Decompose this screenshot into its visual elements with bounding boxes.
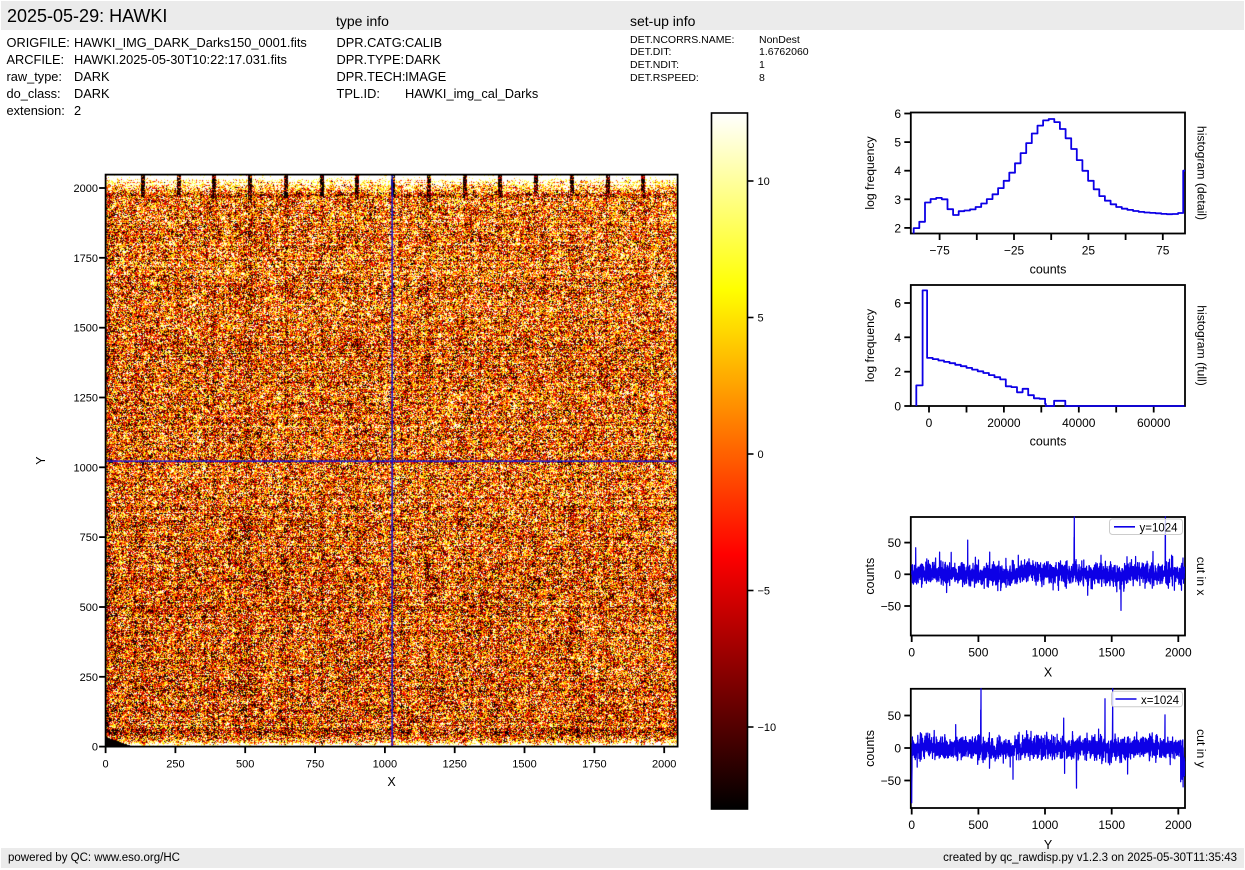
svg-text:6: 6 — [894, 297, 901, 311]
svg-text:50: 50 — [888, 536, 902, 550]
svg-text:0: 0 — [908, 646, 915, 660]
svg-text:1000: 1000 — [74, 462, 98, 474]
svg-text:0: 0 — [103, 759, 109, 771]
svg-text:X: X — [387, 775, 396, 789]
svg-text:20000: 20000 — [987, 416, 1021, 430]
svg-text:X: X — [1044, 666, 1053, 680]
svg-text:1250: 1250 — [442, 759, 466, 771]
svg-text:−5: −5 — [758, 586, 771, 598]
svg-text:500: 500 — [236, 759, 254, 771]
svg-text:5: 5 — [758, 313, 764, 325]
svg-text:1750: 1750 — [582, 759, 606, 771]
svg-text:−25: −25 — [1004, 244, 1025, 258]
svg-text:40000: 40000 — [1062, 416, 1096, 430]
svg-text:50: 50 — [888, 709, 902, 723]
svg-text:60000: 60000 — [1137, 416, 1171, 430]
svg-text:1750: 1750 — [74, 253, 98, 265]
svg-text:2000: 2000 — [1165, 818, 1192, 832]
svg-text:0: 0 — [926, 416, 933, 430]
svg-text:250: 250 — [80, 672, 98, 684]
svg-text:4: 4 — [894, 331, 901, 345]
svg-text:750: 750 — [306, 759, 324, 771]
svg-text:histogram (detail): histogram (detail) — [1195, 126, 1209, 220]
svg-text:x=1024: x=1024 — [1141, 695, 1180, 707]
svg-text:1500: 1500 — [1098, 646, 1125, 660]
svg-text:1500: 1500 — [1098, 818, 1125, 832]
svg-text:log frequency: log frequency — [863, 308, 877, 382]
svg-text:−10: −10 — [758, 722, 777, 734]
svg-text:500: 500 — [80, 602, 98, 614]
svg-text:2: 2 — [894, 365, 901, 379]
svg-text:0: 0 — [894, 742, 901, 756]
svg-text:counts: counts — [1030, 435, 1067, 449]
svg-text:Y: Y — [34, 456, 48, 465]
svg-text:1000: 1000 — [1032, 818, 1059, 832]
svg-text:2000: 2000 — [74, 183, 98, 195]
svg-text:cut in x: cut in x — [1194, 557, 1208, 596]
svg-text:counts: counts — [863, 730, 877, 767]
svg-text:500: 500 — [968, 818, 988, 832]
svg-text:0: 0 — [758, 449, 764, 461]
svg-text:500: 500 — [968, 646, 988, 660]
svg-text:1500: 1500 — [512, 759, 536, 771]
svg-text:10: 10 — [758, 176, 770, 188]
svg-text:2: 2 — [894, 221, 901, 235]
svg-text:log frequency: log frequency — [863, 136, 877, 210]
svg-text:1500: 1500 — [74, 323, 98, 335]
svg-text:−75: −75 — [929, 244, 950, 258]
svg-text:75: 75 — [1156, 244, 1170, 258]
svg-text:1000: 1000 — [1032, 646, 1059, 660]
svg-text:0: 0 — [92, 742, 98, 754]
svg-text:histogram (full): histogram (full) — [1195, 305, 1209, 386]
svg-text:Y: Y — [1044, 838, 1053, 852]
svg-text:0: 0 — [908, 818, 915, 832]
svg-text:2000: 2000 — [1165, 646, 1192, 660]
svg-text:5: 5 — [894, 136, 901, 150]
svg-text:4: 4 — [894, 164, 901, 178]
svg-text:0: 0 — [894, 568, 901, 582]
svg-text:6: 6 — [894, 107, 901, 121]
svg-text:counts: counts — [1030, 263, 1067, 277]
svg-text:1250: 1250 — [74, 393, 98, 405]
svg-text:y=1024: y=1024 — [1140, 523, 1179, 535]
svg-text:counts: counts — [863, 558, 877, 595]
svg-text:1000: 1000 — [373, 759, 397, 771]
svg-text:−50: −50 — [881, 600, 902, 614]
svg-text:0: 0 — [894, 400, 901, 414]
svg-text:250: 250 — [166, 759, 184, 771]
svg-text:750: 750 — [80, 532, 98, 544]
svg-text:2000: 2000 — [652, 759, 676, 771]
svg-text:3: 3 — [894, 193, 901, 207]
svg-text:cut in y: cut in y — [1194, 729, 1208, 769]
svg-text:25: 25 — [1082, 244, 1096, 258]
svg-text:−50: −50 — [881, 774, 902, 788]
